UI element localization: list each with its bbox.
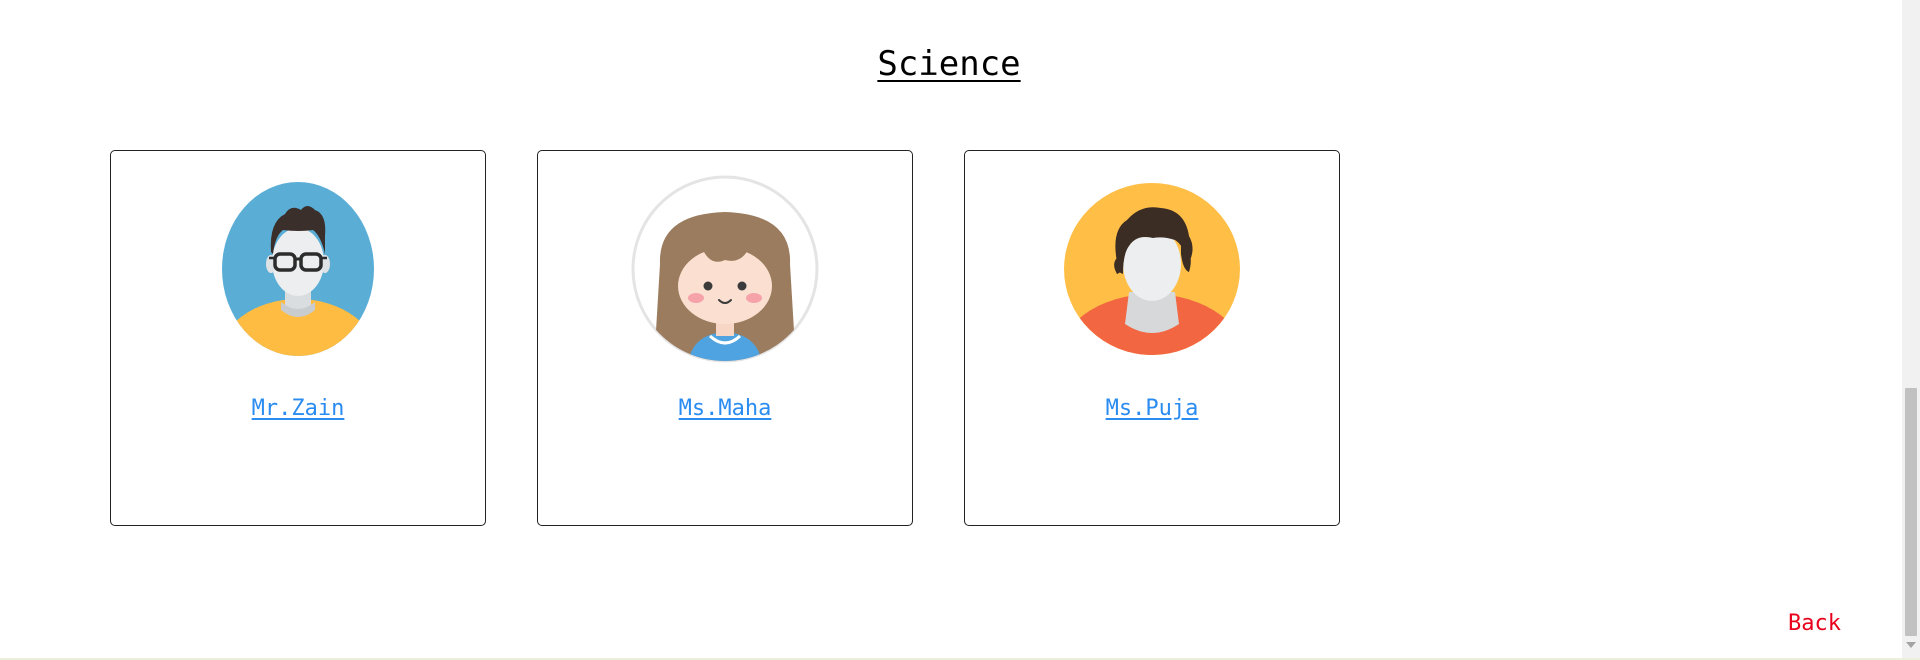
scroll-down-arrow-icon[interactable] <box>1906 642 1916 648</box>
vertical-scrollbar[interactable] <box>1902 0 1920 658</box>
female-avatar-icon[interactable] <box>1057 174 1247 364</box>
back-link[interactable]: Back <box>1788 611 1841 636</box>
teacher-card: Ms.Maha <box>537 150 913 526</box>
teacher-card: Ms.Puja <box>964 150 1340 526</box>
teacher-card: Mr.Zain <box>110 150 486 526</box>
girl-avatar-icon[interactable] <box>630 174 820 364</box>
page-title: Science <box>877 44 1021 84</box>
male-glasses-avatar-icon[interactable] <box>203 174 393 364</box>
teacher-link-ms-maha[interactable]: Ms.Maha <box>538 396 912 421</box>
page: Science Mr.Zain Ms.Maha Ms.Puja Back <box>0 0 1902 658</box>
teacher-link-ms-puja[interactable]: Ms.Puja <box>965 396 1339 421</box>
scrollbar-thumb[interactable] <box>1905 388 1917 636</box>
teacher-link-mr-zain[interactable]: Mr.Zain <box>111 396 485 421</box>
